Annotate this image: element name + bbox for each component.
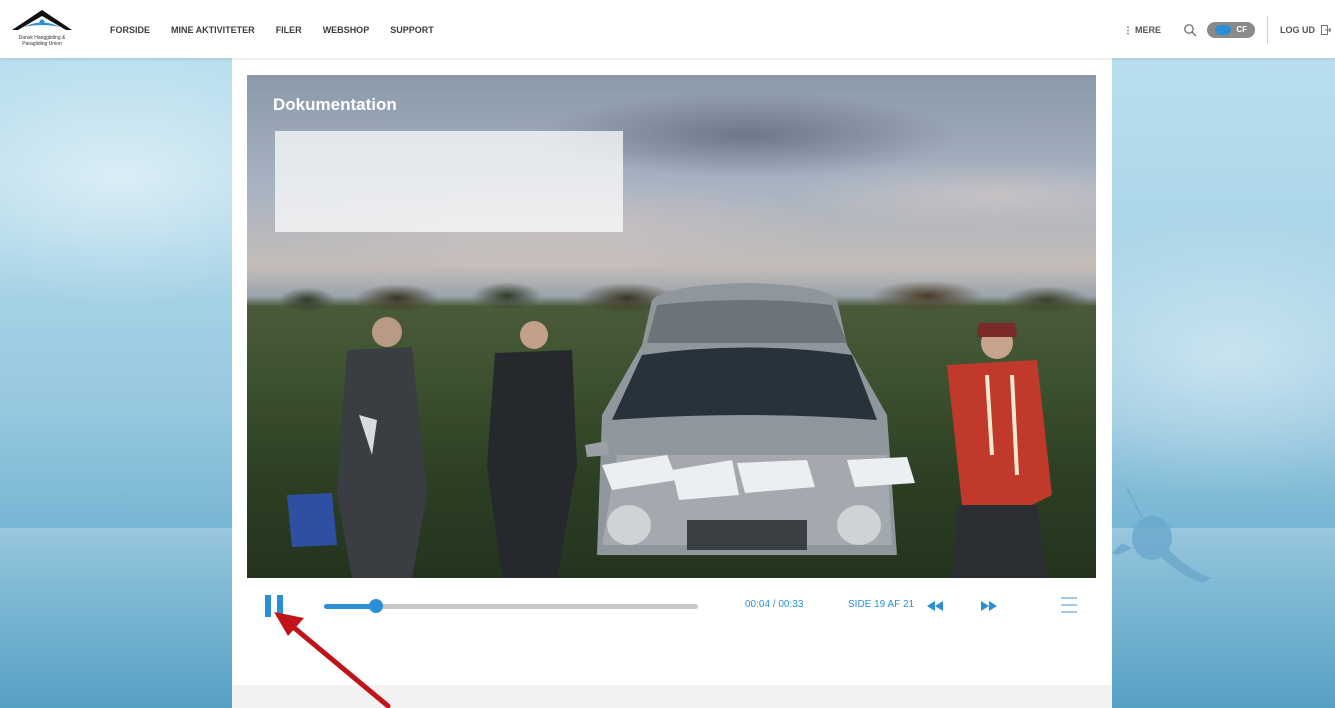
main-navigation: FORSIDE MINE AKTIVITETER FILER WEBSHOP S… (110, 25, 434, 35)
annotation-arrow (274, 612, 391, 708)
nav-forside[interactable]: FORSIDE (110, 25, 150, 35)
rewind-icon[interactable] (925, 599, 945, 613)
person-middle (487, 321, 577, 578)
logout-button[interactable]: LOG UD (1280, 25, 1315, 35)
person-right (947, 323, 1052, 578)
menu-icon[interactable] (1061, 596, 1077, 614)
more-menu-button[interactable]: ⋮ MERE (1123, 25, 1161, 36)
toggle-knob (1215, 25, 1231, 35)
logout-icon[interactable] (1321, 25, 1331, 35)
dhpu-logo[interactable]: Dansk Hanggliding & Paragliding Union (10, 8, 74, 52)
car-illustration (585, 283, 897, 555)
slide-viewer[interactable]: Dokumentation (247, 75, 1096, 578)
header-actions: ⋮ MERE CF LOG UD (1123, 16, 1335, 44)
nav-webshop[interactable]: WEBSHOP (323, 25, 370, 35)
header-divider (1267, 16, 1268, 44)
logo-mark-icon (12, 10, 72, 30)
toggle-label: CF (1236, 25, 1247, 34)
search-icon[interactable] (1183, 23, 1197, 37)
backpack (287, 493, 337, 547)
paraglider-silhouette (1112, 488, 1212, 583)
slide-text-box (275, 131, 623, 232)
nav-filer[interactable]: FILER (276, 25, 302, 35)
fast-forward-icon[interactable] (979, 599, 999, 613)
person-left (337, 317, 427, 578)
cf-toggle[interactable]: CF (1207, 22, 1255, 38)
slide-title: Dokumentation (273, 95, 397, 114)
top-header: Dansk Hanggliding & Paragliding Union FO… (0, 0, 1335, 58)
time-display: 00:04 / 00:33 (745, 599, 804, 610)
nav-mine-aktiviteter[interactable]: MINE AKTIVITETER (171, 25, 255, 35)
logo-text: Dansk Hanggliding & Paragliding Union (18, 35, 66, 47)
nav-support[interactable]: SUPPORT (390, 25, 434, 35)
progress-track[interactable] (324, 599, 698, 613)
page-indicator: SIDE 19 AF 21 (848, 599, 915, 610)
